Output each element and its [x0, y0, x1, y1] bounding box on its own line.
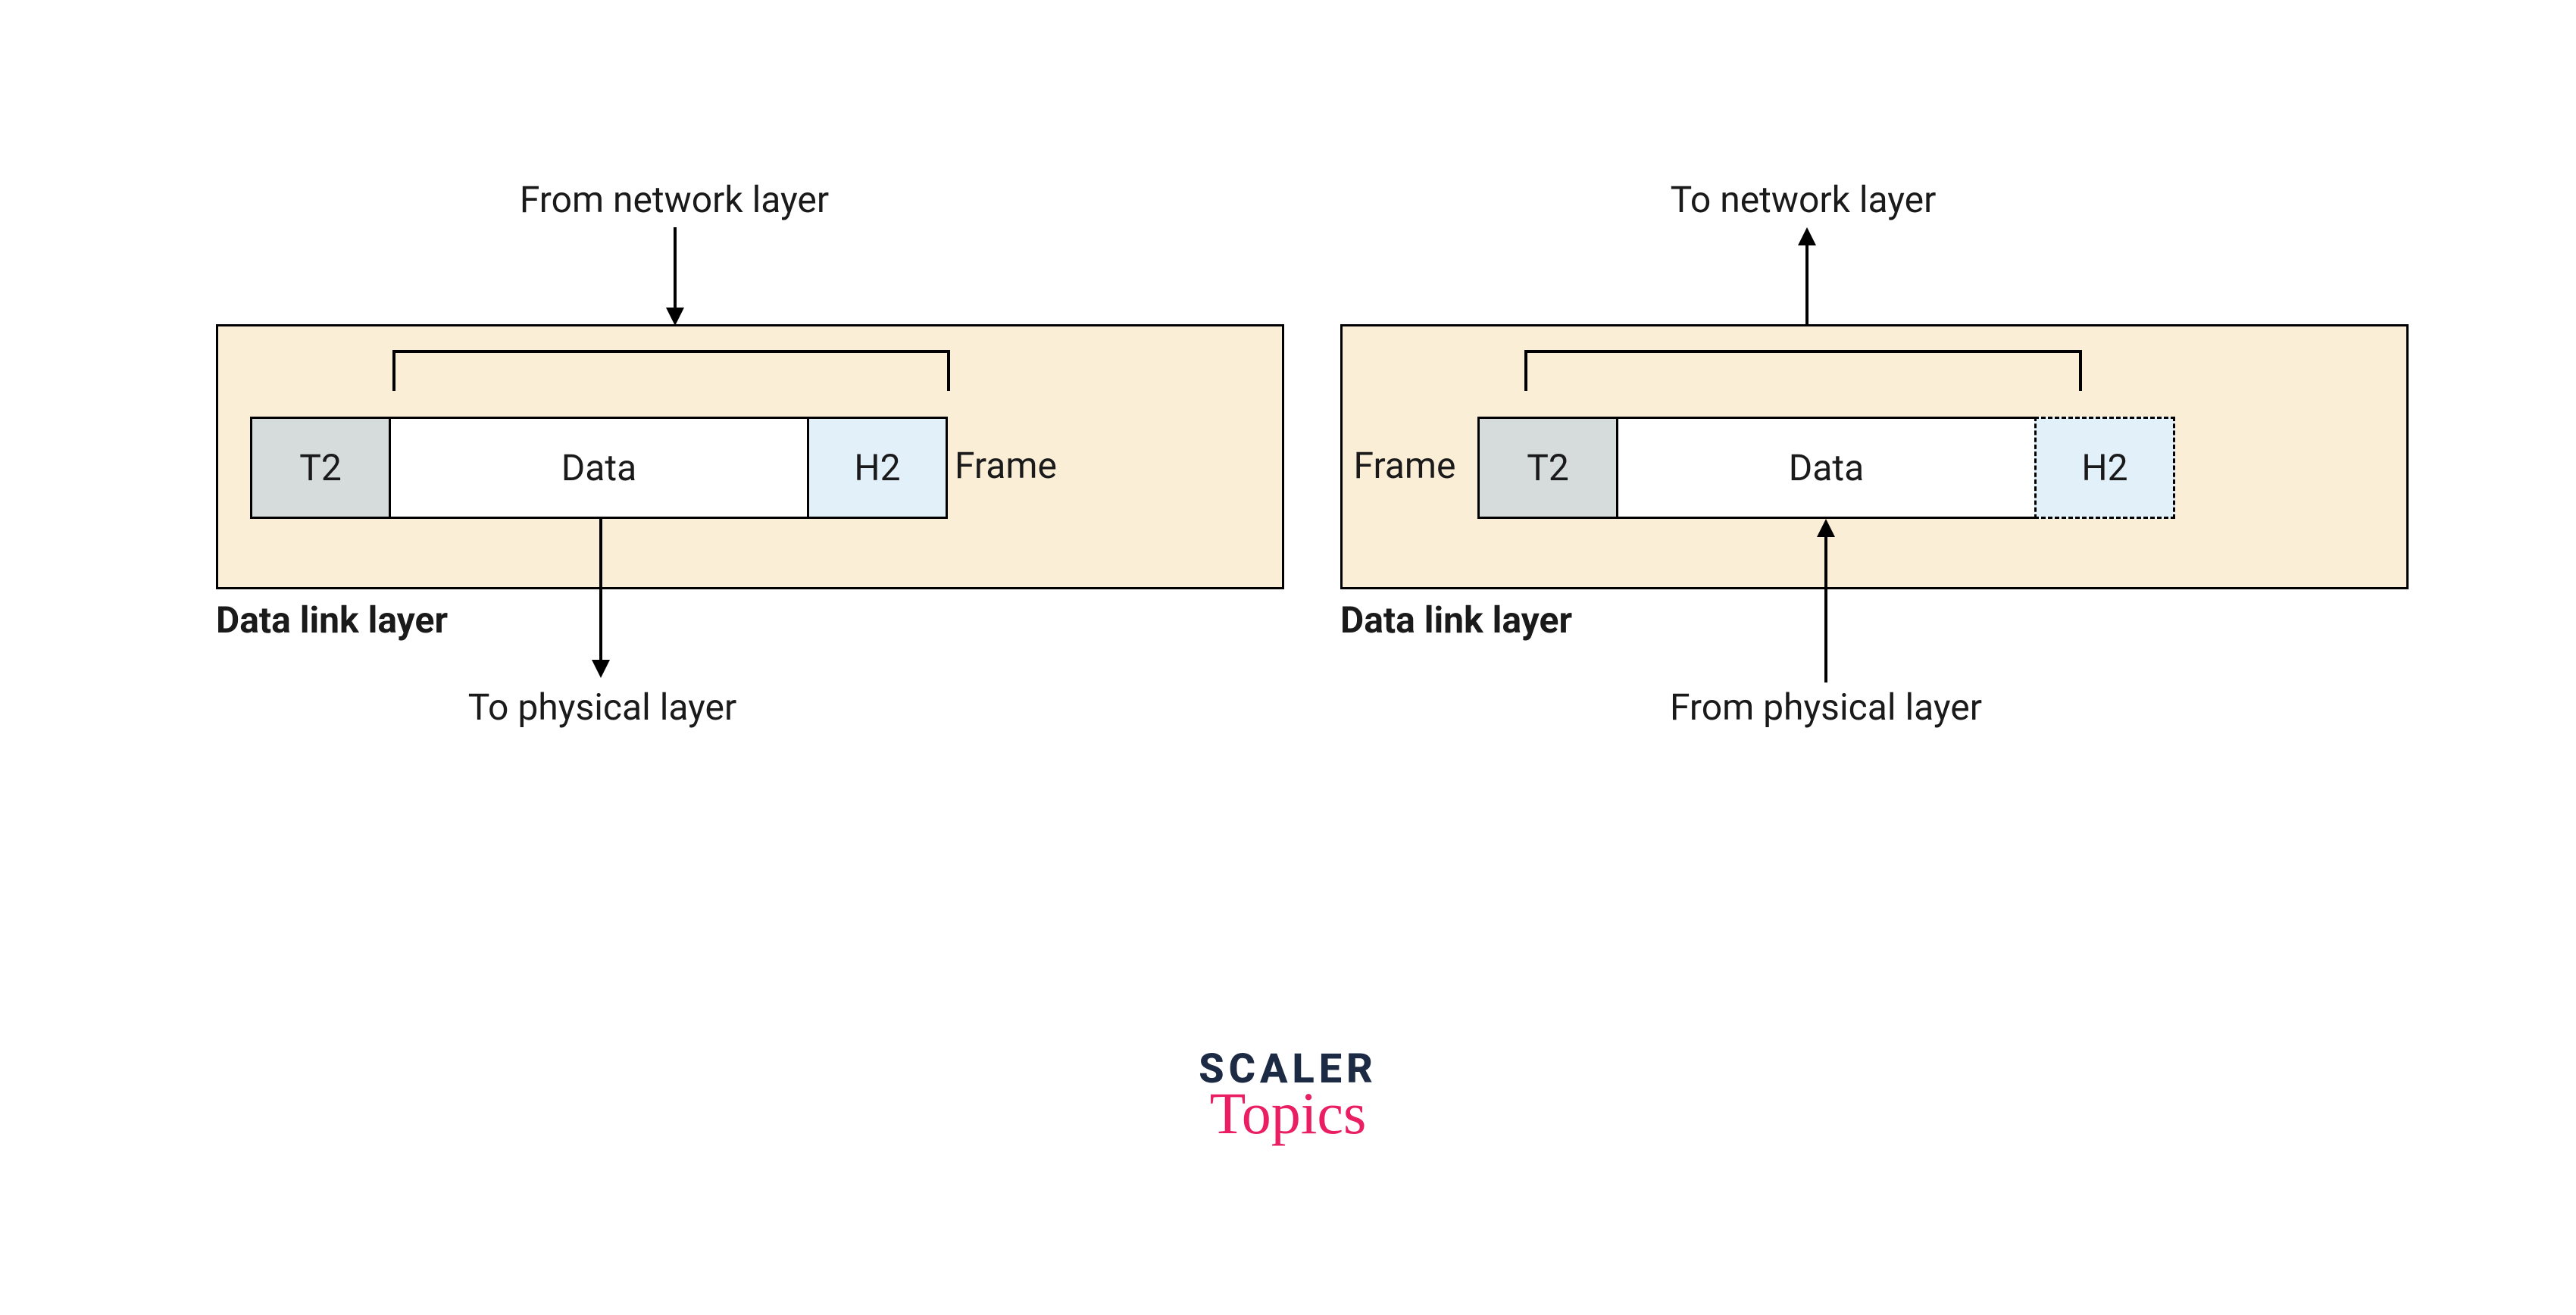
left-bottom-label: To physical layer: [424, 686, 780, 729]
left-frame-label: Frame: [955, 444, 1083, 488]
left-cell-h2: H2: [807, 417, 948, 519]
right-bottom-label: From physical layer: [1599, 686, 2053, 729]
arrow-down-icon: [664, 227, 686, 326]
right-frame-label: Frame: [1340, 444, 1469, 488]
scaler-topics-logo: SCALER Topics: [1136, 1045, 1440, 1148]
right-layer-label: Data link layer: [1340, 598, 1658, 642]
right-top-label: To network layer: [1591, 178, 2015, 222]
left-cell-data: Data: [389, 417, 809, 519]
right-cell-data: Data: [1616, 417, 2037, 519]
left-cell-t2: T2: [250, 417, 391, 519]
right-cell-t2: T2: [1477, 417, 1618, 519]
left-top-label: From network layer: [432, 178, 917, 222]
logo-line2: Topics: [1136, 1079, 1440, 1148]
diagram-canvas: From network layer T2 Data H2 Frame Data…: [0, 0, 2576, 1315]
right-cell-h2: H2: [2034, 417, 2175, 519]
left-layer-label: Data link layer: [216, 598, 534, 642]
